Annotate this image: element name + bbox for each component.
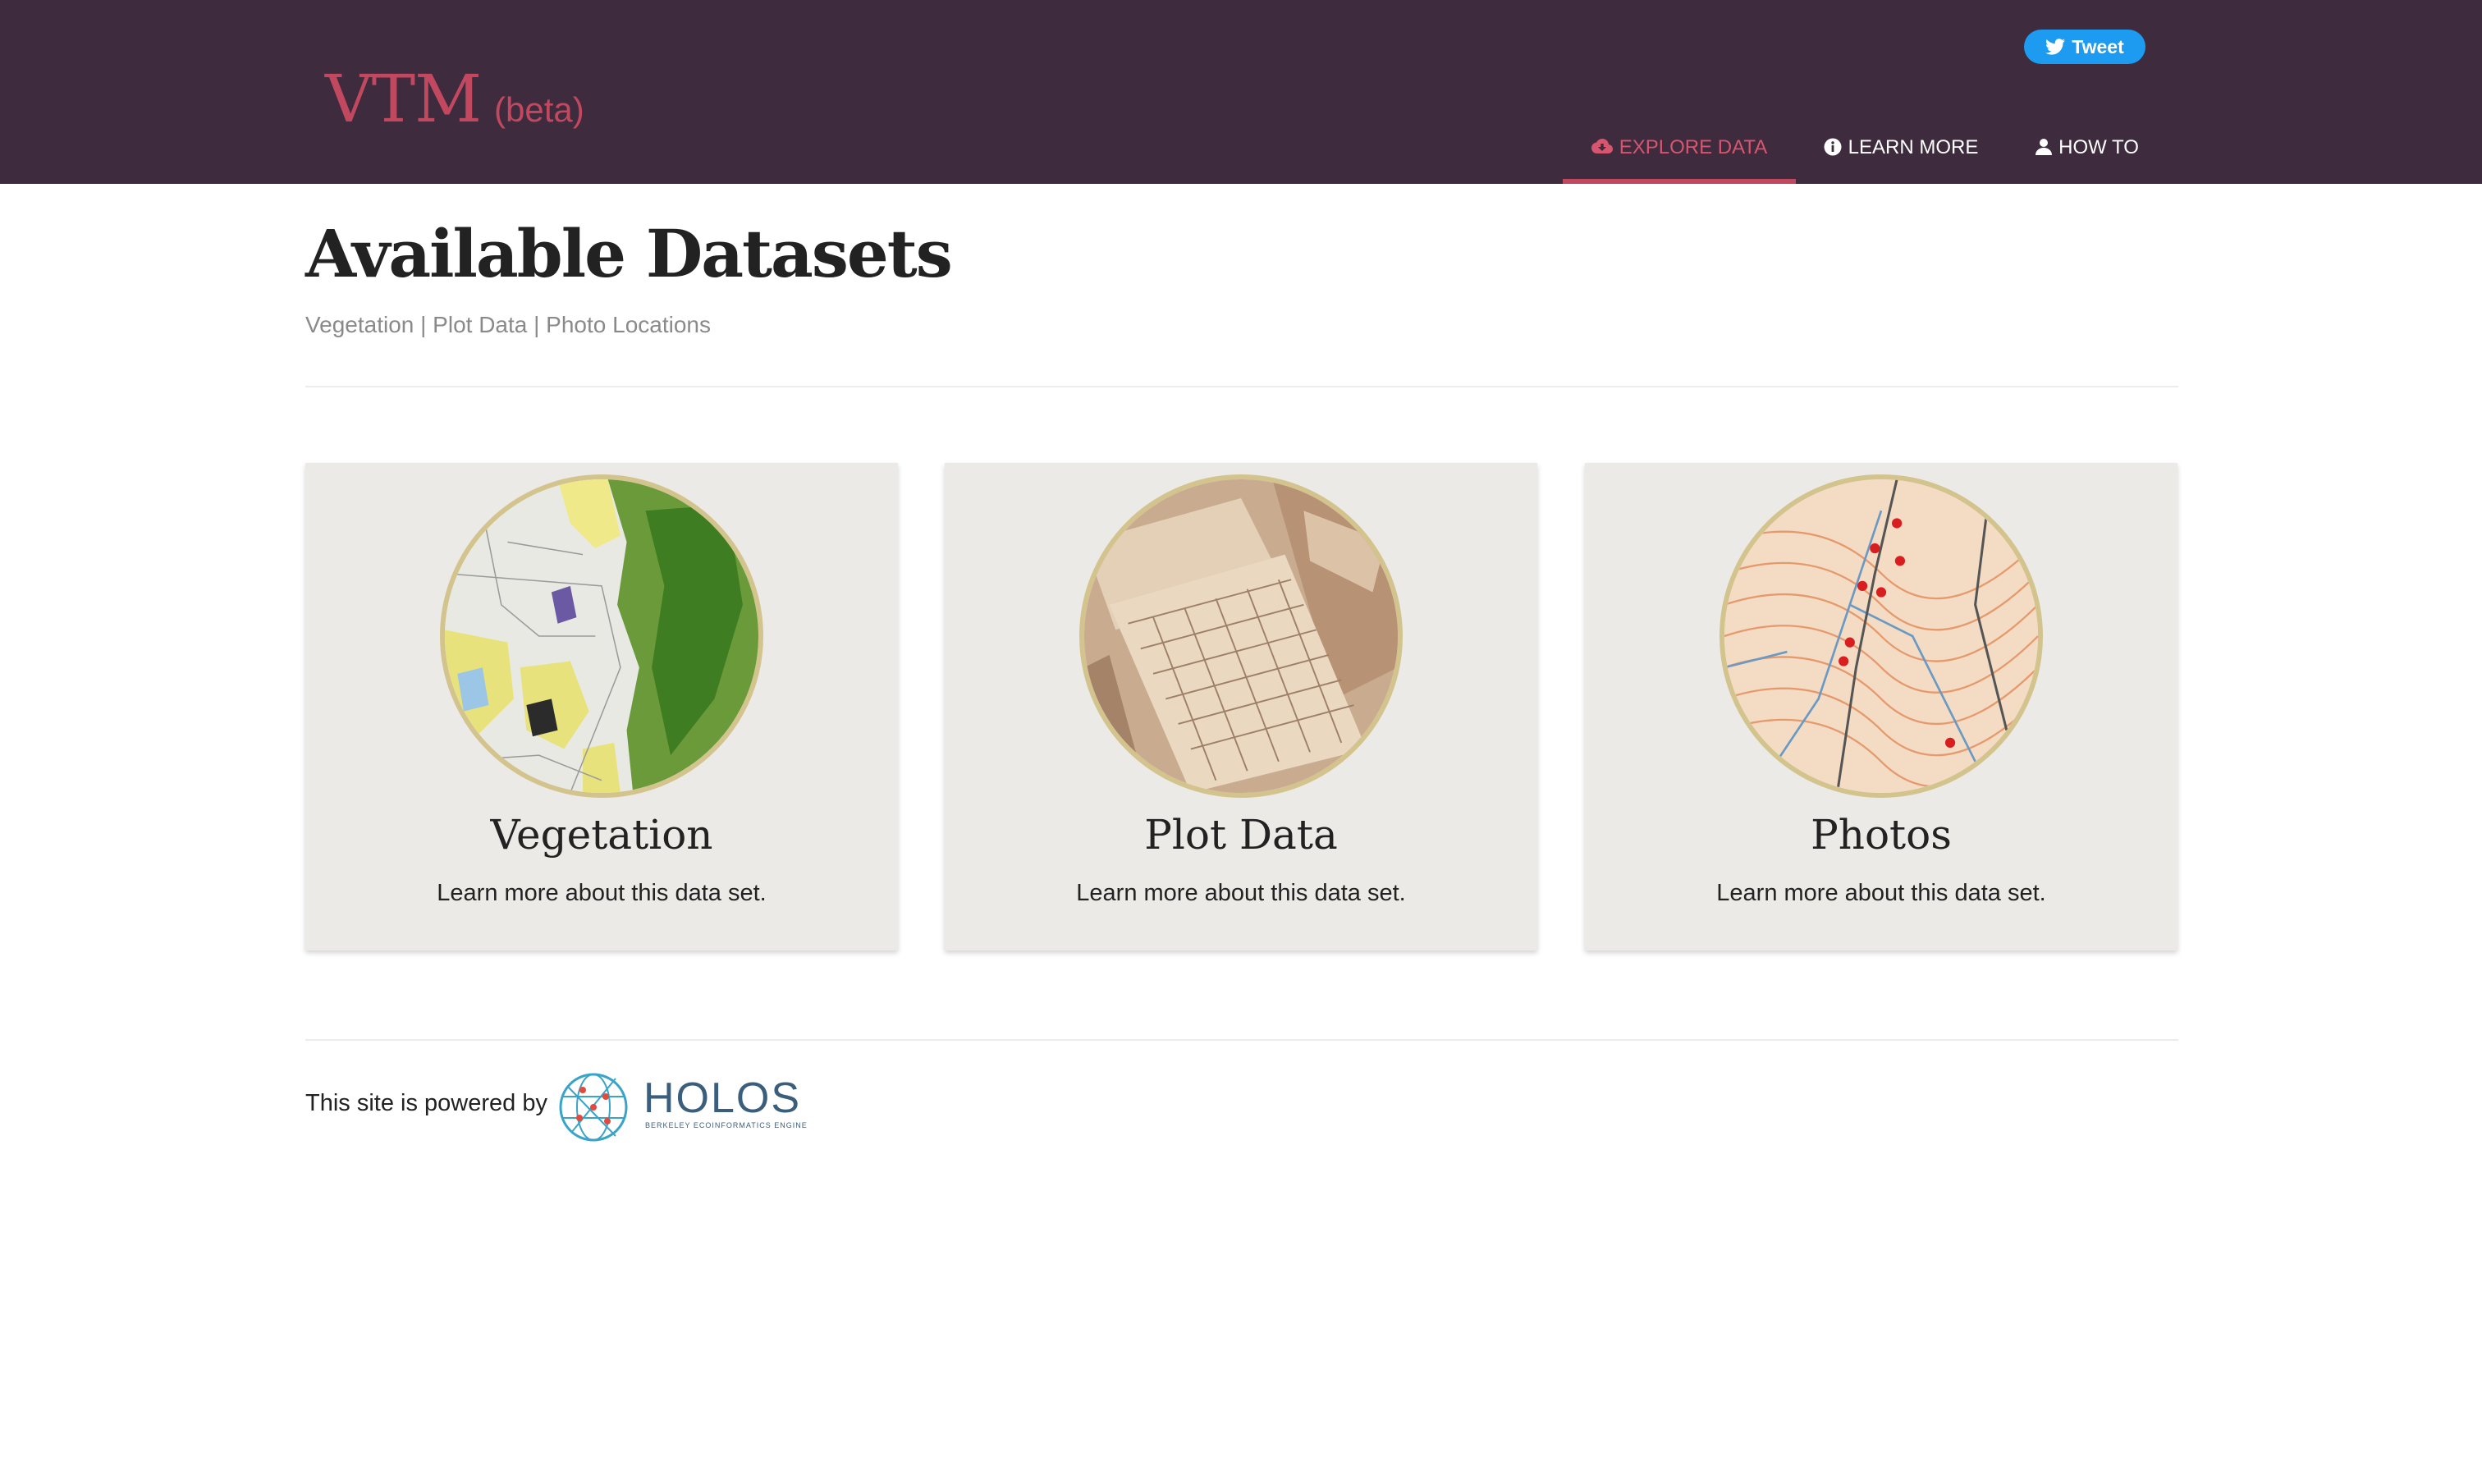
holos-logo-tagline: BERKELEY ECOINFORMATICS ENGINE [645, 1121, 808, 1129]
tweet-button[interactable]: Tweet [2024, 30, 2145, 64]
card-description[interactable]: Learn more about this data set. [305, 880, 898, 907]
card-title[interactable]: Vegetation [305, 811, 898, 859]
nav-explore-data[interactable]: EXPLORE DATA [1563, 123, 1796, 184]
page-title: Available Datasets [305, 215, 953, 292]
holos-logo-word[interactable]: HOLOS [643, 1074, 801, 1123]
vegetation-map-image[interactable] [440, 474, 763, 798]
topographic-photo-map-image[interactable] [1720, 474, 2043, 798]
brand-beta-label: (beta) [494, 90, 584, 129]
dataset-card-vegetation[interactable]: Vegetation Learn more about this data se… [305, 463, 898, 950]
twitter-bird-icon [2045, 39, 2066, 55]
nav-learn-more[interactable]: LEARN MORE [1814, 123, 1988, 184]
card-title[interactable]: Plot Data [945, 811, 1537, 859]
cloud-download-icon [1591, 139, 1613, 153]
brand-title[interactable]: VTM [325, 61, 482, 137]
nav-explore-data-label: EXPLORE DATA [1619, 136, 1768, 158]
divider [305, 386, 2178, 387]
tweet-label: Tweet [2072, 35, 2124, 57]
holos-globe-icon[interactable] [558, 1072, 629, 1143]
card-description[interactable]: Learn more about this data set. [1585, 880, 2177, 907]
dataset-card-plot-data[interactable]: Plot Data Learn more about this data set… [945, 463, 1537, 950]
plot-data-sheets-image[interactable] [1079, 474, 1403, 798]
site-header: VTM (beta) Tweet EXPLORE DATA LEARN MORE… [0, 0, 2482, 184]
active-nav-indicator [1563, 179, 1796, 184]
brand-logo[interactable]: VTM (beta) [325, 61, 584, 137]
dataset-card-photos[interactable]: Photos Learn more about this data set. [1585, 463, 2177, 950]
info-circle-icon [1824, 138, 1842, 156]
nav-learn-more-label: LEARN MORE [1848, 136, 1979, 158]
card-description[interactable]: Learn more about this data set. [945, 880, 1537, 907]
nav-how-to[interactable]: HOW TO [2021, 123, 2154, 184]
page-subtitle: Vegetation | Plot Data | Photo Locations [305, 312, 711, 337]
footer-divider [305, 1039, 2178, 1041]
nav-how-to-label: HOW TO [2058, 136, 2139, 158]
card-title[interactable]: Photos [1585, 811, 2177, 859]
powered-by-text: This site is powered by [305, 1090, 547, 1116]
user-icon [2036, 139, 2053, 155]
